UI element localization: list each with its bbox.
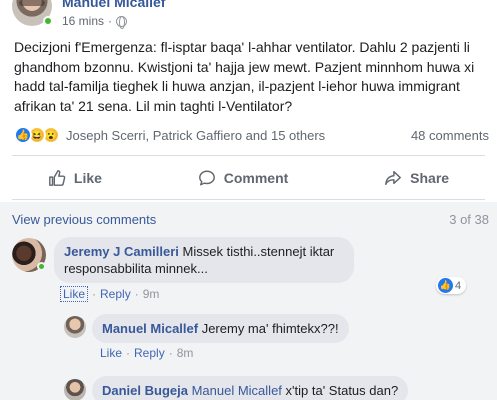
comment-mention[interactable]: Manuel Micallef (192, 383, 282, 398)
comments-count[interactable]: 48 comments (411, 128, 489, 143)
like-label: Like (73, 170, 102, 186)
post-time[interactable]: 16 mins (62, 14, 104, 28)
comment-text: x'tip ta' Status dan? (285, 383, 399, 398)
separator-dot: · (168, 346, 173, 360)
comment-reactions-badge[interactable]: 👍 4 (436, 277, 467, 294)
post-author-name[interactable]: Manuel Micallef (62, 0, 165, 10)
comment-page-counter: 3 of 38 (449, 212, 489, 227)
comment-bubble: Manuel Micallef Jeremy ma' fhimtekx??! (92, 314, 349, 343)
comment-reaction-count: 4 (455, 279, 462, 292)
comment-icon (198, 170, 215, 186)
avatar[interactable] (64, 316, 86, 338)
share-icon (385, 170, 402, 186)
separator-dot: · (126, 346, 131, 360)
comment-reply-link[interactable]: Reply (134, 346, 165, 360)
thumbs-up-icon (48, 170, 66, 186)
comments-section: View previous comments 3 of 38 Jeremy J … (0, 202, 497, 400)
share-label: Share (410, 170, 450, 186)
post-meta: 16 mins · (62, 14, 128, 29)
comment-button[interactable]: Comment (198, 169, 289, 187)
comment-like-link[interactable]: Like (100, 346, 122, 360)
comment-label: Comment (223, 170, 289, 186)
comment-author[interactable]: Daniel Bugeja (102, 383, 188, 398)
comment-reply-link[interactable]: Reply (100, 287, 131, 301)
share-button[interactable]: Share (384, 169, 449, 187)
separator-dot: · (134, 287, 139, 301)
comment-time[interactable]: 9m (143, 287, 160, 301)
comment-author[interactable]: Jeremy J Camilleri (64, 244, 179, 259)
comment-author[interactable]: Manuel Micallef (102, 321, 198, 336)
post-text: Decizjoni f'Emergenza: fl-isptar baqa' l… (14, 39, 475, 114)
like-icon: 👍 (14, 126, 32, 144)
meta-dot: · (108, 14, 113, 28)
like-button[interactable]: Like (48, 169, 102, 187)
comment-time[interactable]: 8m (177, 346, 194, 360)
action-bar: Like Comment Share (0, 164, 497, 192)
avatar[interactable] (64, 379, 86, 400)
online-status-icon (37, 262, 46, 271)
comment-like-link[interactable]: Like (60, 286, 89, 302)
comment-bubble: Jeremy J Camilleri Missek tisthi..stenne… (54, 237, 354, 283)
divider (12, 199, 485, 200)
like-icon: 👍 (438, 278, 453, 293)
divider (12, 155, 485, 156)
comment-bubble: Daniel Bugeja Manuel Micallef x'tip ta' … (92, 376, 409, 400)
reactors-text[interactable]: Joseph Scerri, Patrick Gaffiero and 15 o… (66, 128, 325, 143)
separator-dot: · (92, 287, 97, 301)
comment-text: Jeremy ma' fhimtekx??! (201, 321, 339, 336)
comment-actions: Like · Reply · 9m (60, 286, 159, 302)
reactions-summary[interactable]: 👍 😆 😮 Joseph Scerri, Patrick Gaffiero an… (14, 126, 325, 144)
globe-icon[interactable] (116, 15, 128, 29)
online-status-icon (43, 16, 53, 26)
view-previous-comments-link[interactable]: View previous comments (12, 212, 156, 227)
comment-actions: Like · Reply · 8m (100, 346, 193, 360)
